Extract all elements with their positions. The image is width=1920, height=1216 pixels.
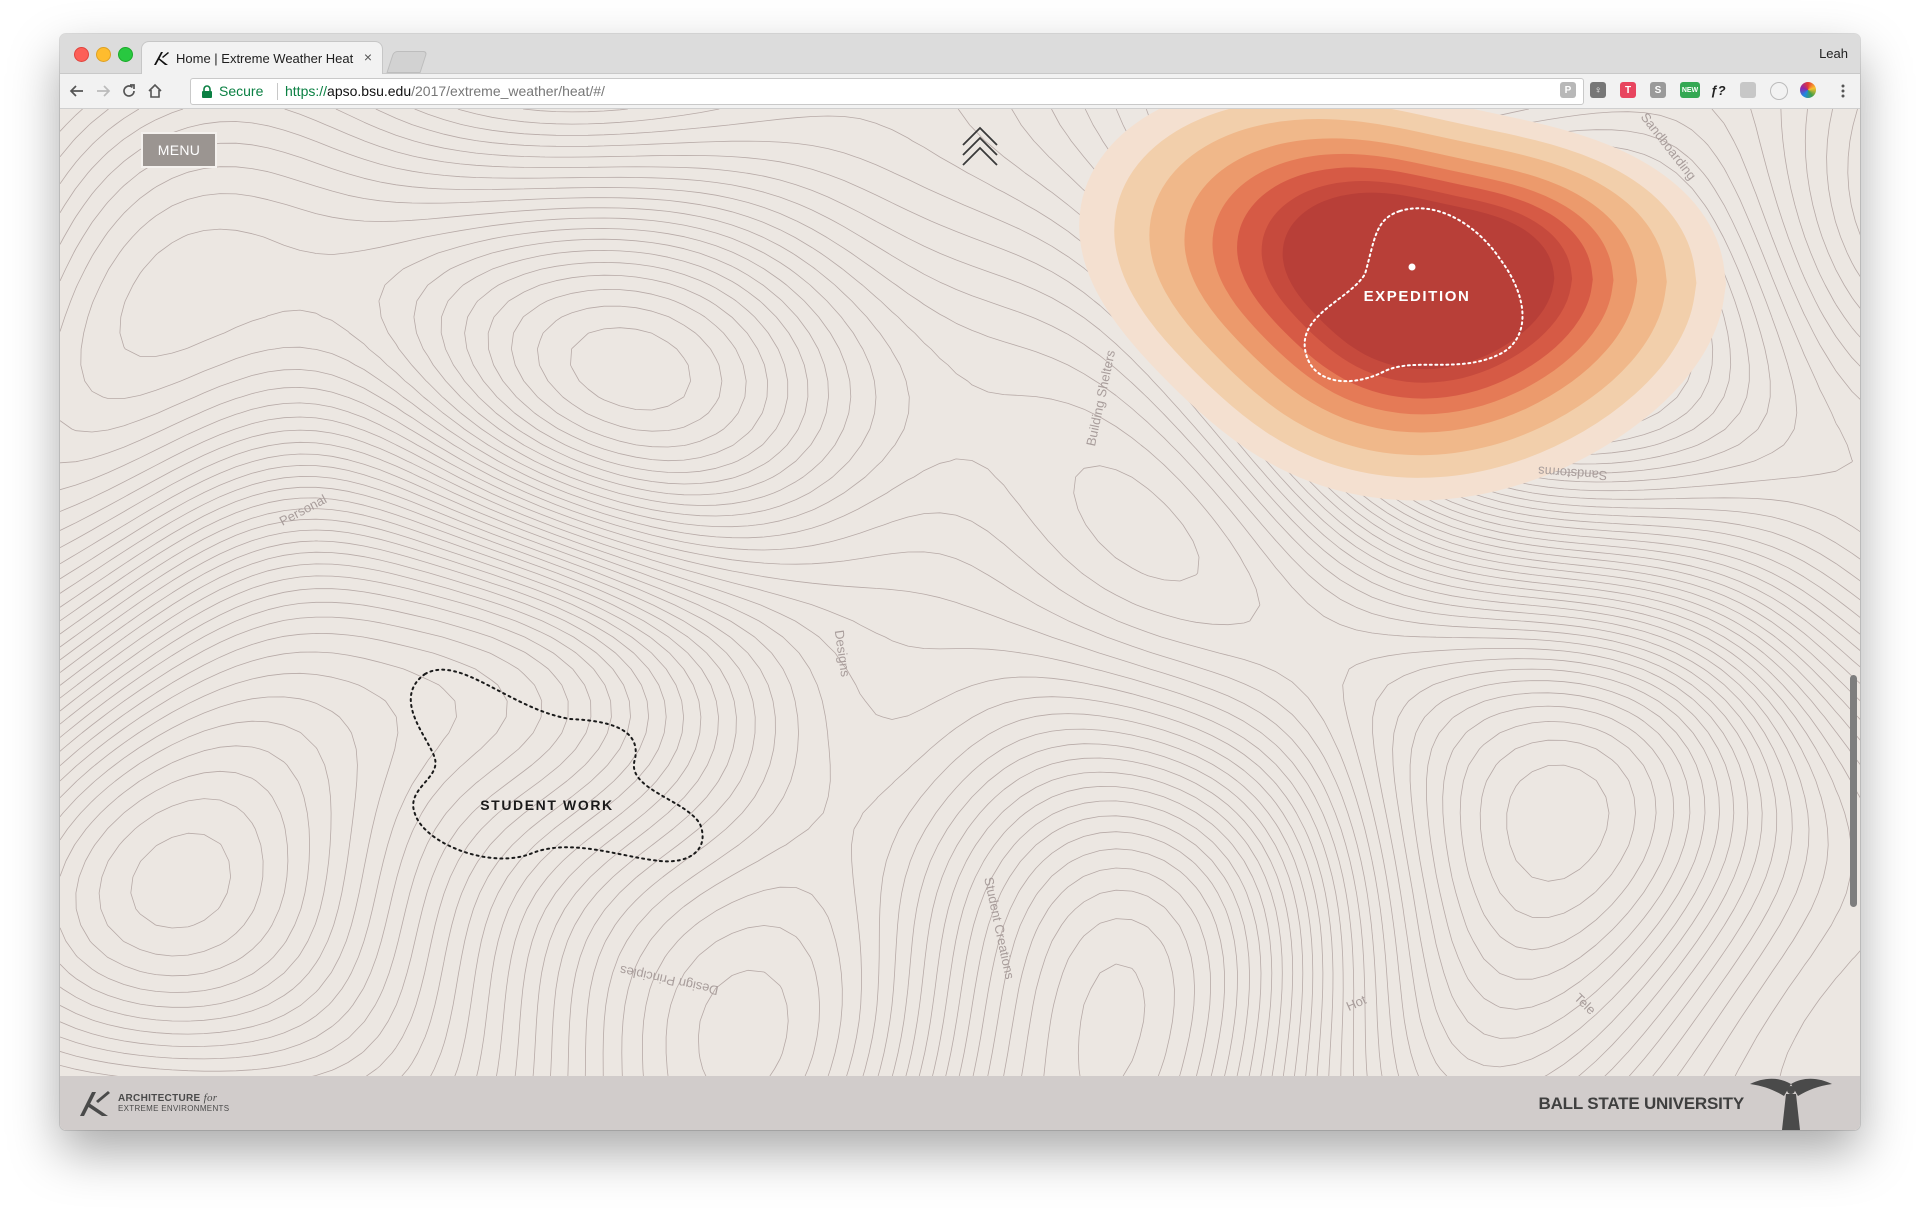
close-window-button[interactable] bbox=[74, 47, 89, 62]
contour-label: Building Shelters bbox=[1083, 348, 1118, 447]
topographic-map: PersonalBuilding SheltersSandboardingSan… bbox=[60, 109, 1860, 1076]
browser-window: Home | Extreme Weather Heat × Leah Secur… bbox=[60, 34, 1860, 1130]
menu-button[interactable]: MENU bbox=[141, 132, 217, 168]
url-host: apso.bsu.edu bbox=[327, 83, 412, 99]
extension-s-icon-label: S bbox=[1654, 84, 1662, 96]
contour-label: Designs bbox=[832, 629, 853, 678]
profile-name[interactable]: Leah bbox=[1819, 46, 1848, 61]
extension-fx-icon[interactable]: ƒ? bbox=[1710, 82, 1726, 98]
contour-label: Tele bbox=[1571, 990, 1599, 1017]
forward-arrow-icon[interactable] bbox=[92, 80, 114, 102]
page-content: Personal Building Shelters Sandboarding San… bbox=[60, 109, 1860, 1130]
url-scheme: https:// bbox=[285, 83, 328, 99]
minimize-window-button[interactable] bbox=[96, 47, 111, 62]
tab-title: Home | Extreme Weather Heat bbox=[176, 51, 354, 66]
footer-logo-suffix: for bbox=[203, 1092, 218, 1104]
student-work-region[interactable]: STUDENT WORK bbox=[409, 668, 704, 863]
url-path: /2017/extreme_weather/heat/#/ bbox=[411, 83, 605, 99]
chrome-menu-icon[interactable] bbox=[1832, 80, 1854, 102]
extension-t-icon-label: T bbox=[1624, 84, 1632, 96]
new-tab-button[interactable] bbox=[386, 51, 428, 73]
footer-logo-line1: ARCHITECTURE bbox=[118, 1093, 201, 1104]
contour-label: Design Principles bbox=[618, 963, 720, 999]
back-arrow-icon[interactable] bbox=[66, 80, 88, 102]
footer-logo-title: ARCHITECTURE for bbox=[118, 1092, 217, 1104]
vertical-scrollbar[interactable] bbox=[1850, 675, 1857, 907]
extension-bulb-icon-label: ♀ bbox=[1594, 84, 1602, 96]
lock-icon bbox=[202, 85, 212, 98]
extension-s-icon[interactable]: S bbox=[1650, 82, 1666, 98]
extension-new-icon[interactable]: NEW bbox=[1680, 82, 1700, 98]
footer: ARCHITECTURE for EXTREME ENVIRONMENTS BA… bbox=[60, 1076, 1860, 1130]
extension-box-icon[interactable] bbox=[1740, 82, 1756, 98]
home-icon[interactable] bbox=[144, 80, 166, 102]
site-logo-icon bbox=[154, 52, 169, 65]
address-divider bbox=[277, 83, 278, 100]
extension-color-wheel-icon[interactable] bbox=[1800, 82, 1816, 98]
footer-logo-subtitle: EXTREME ENVIRONMENTS bbox=[118, 1104, 230, 1113]
expedition-label: EXPEDITION bbox=[1364, 288, 1471, 305]
beneficence-statue-icon[interactable] bbox=[1748, 1076, 1834, 1130]
contour-label: Sandstorms bbox=[1537, 464, 1608, 484]
maximize-window-button[interactable] bbox=[118, 47, 133, 62]
contour-label: Personal bbox=[277, 491, 329, 528]
browser-tab[interactable]: Home | Extreme Weather Heat × bbox=[142, 42, 382, 74]
reload-icon[interactable] bbox=[118, 80, 140, 102]
extension-p-icon-label: P bbox=[1564, 84, 1572, 96]
extension-t-icon[interactable]: T bbox=[1620, 82, 1636, 98]
extension-p-icon[interactable]: P bbox=[1560, 82, 1576, 98]
student-work-label: STUDENT WORK bbox=[480, 797, 614, 813]
address-bar[interactable]: Secure https://apso.bsu.edu/2017/extreme… bbox=[190, 78, 1584, 105]
architecture-logo-icon[interactable] bbox=[78, 1089, 112, 1117]
contour-label: Student Creations bbox=[981, 876, 1017, 981]
university-name[interactable]: BALL STATE UNIVERSITY bbox=[1539, 1094, 1745, 1114]
extension-circle-icon[interactable] bbox=[1770, 82, 1788, 100]
extension-bulb-icon[interactable]: ♀ bbox=[1590, 82, 1606, 98]
expedition-dot bbox=[1408, 263, 1416, 271]
url-text[interactable]: https://apso.bsu.edu/2017/extreme_weathe… bbox=[285, 83, 605, 99]
extension-new-icon-label: NEW bbox=[1681, 86, 1699, 94]
contour-line bbox=[570, 327, 691, 411]
title-bar: Home | Extreme Weather Heat × Leah bbox=[60, 34, 1860, 74]
browser-toolbar: Secure https://apso.bsu.edu/2017/extreme… bbox=[60, 74, 1860, 109]
extension-fx-icon-label: ƒ? bbox=[1710, 82, 1726, 98]
tab-close-icon[interactable]: × bbox=[364, 49, 372, 65]
contour-line bbox=[537, 305, 723, 432]
secure-label: Secure bbox=[219, 83, 264, 99]
student-work-outline bbox=[409, 668, 704, 863]
